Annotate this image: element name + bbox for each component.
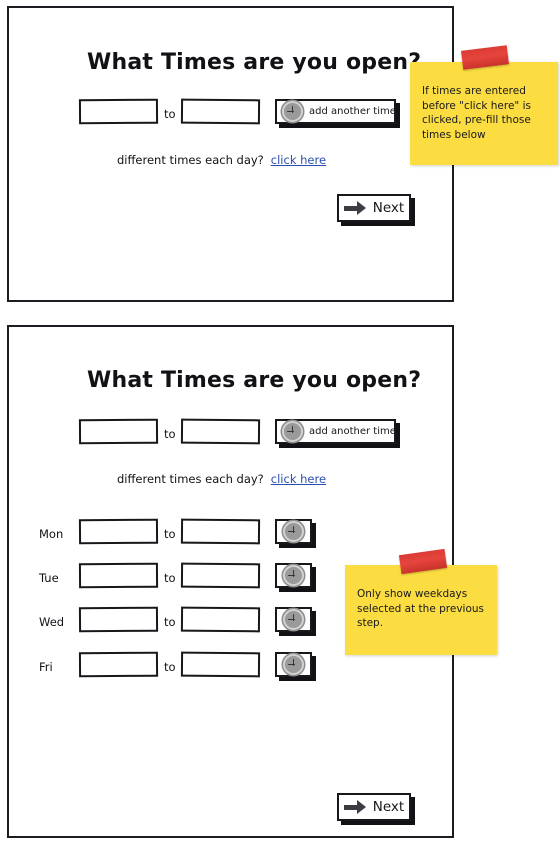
add-another-time-button[interactable]: add another time xyxy=(275,419,396,444)
add-another-time-label: add another time xyxy=(309,426,396,437)
day-label: Mon xyxy=(39,527,64,541)
day-start-time-input[interactable] xyxy=(78,606,159,633)
next-button-label: Next xyxy=(372,799,405,815)
plus-circle-icon xyxy=(283,654,304,675)
plus-circle-icon xyxy=(283,521,304,542)
click-here-link[interactable]: click here xyxy=(271,472,326,486)
day-start-time-input[interactable] xyxy=(78,651,159,678)
different-times-hint: different times each day? click here xyxy=(117,472,326,486)
end-time-input[interactable] xyxy=(180,418,261,445)
day-range-separator: to xyxy=(164,571,176,585)
day-range-separator: to xyxy=(164,660,176,674)
click-here-link[interactable]: click here xyxy=(271,153,326,167)
different-times-hint: different times each day? click here xyxy=(117,153,326,167)
plus-circle-icon xyxy=(282,421,303,442)
add-another-time-label: add another time xyxy=(309,106,396,117)
plus-circle-icon xyxy=(283,565,304,586)
day-end-time-input[interactable] xyxy=(180,518,261,545)
next-button[interactable]: Next xyxy=(337,194,411,222)
day-range-separator: to xyxy=(164,615,176,629)
annotation-note-weekdays: Only show weekdays selected at the previ… xyxy=(345,548,497,655)
day-label: Fri xyxy=(39,660,53,674)
time-range-separator: to xyxy=(164,107,176,121)
start-time-input[interactable] xyxy=(78,98,159,125)
annotation-note-text: If times are entered before "click here"… xyxy=(422,85,531,141)
day-end-time-input[interactable] xyxy=(180,606,261,633)
day-end-time-input[interactable] xyxy=(180,562,261,589)
red-tape-icon xyxy=(461,45,509,70)
plus-circle-icon xyxy=(283,609,304,630)
next-button-label: Next xyxy=(372,200,405,216)
add-day-time-button[interactable] xyxy=(275,607,312,632)
day-label: Wed xyxy=(39,615,65,629)
add-day-time-button[interactable] xyxy=(275,519,312,544)
start-time-input[interactable] xyxy=(78,418,159,445)
add-another-time-button[interactable]: add another time xyxy=(275,99,396,124)
different-times-hint-text: different times each day? xyxy=(117,472,264,486)
day-start-time-input[interactable] xyxy=(78,518,159,545)
add-day-time-button[interactable] xyxy=(275,563,312,588)
time-range-separator: to xyxy=(164,427,176,441)
arrow-right-icon xyxy=(343,800,366,814)
page-title: What Times are you open? xyxy=(87,368,422,393)
annotation-note-text: Only show weekdays selected at the previ… xyxy=(357,588,485,630)
annotation-note-prefill: If times are entered before "click here"… xyxy=(410,45,558,165)
wireframe-screen-basic-hours: What Times are you open? to add another … xyxy=(7,6,454,302)
page-title: What Times are you open? xyxy=(87,50,422,75)
add-day-time-button[interactable] xyxy=(275,652,312,677)
day-start-time-input[interactable] xyxy=(78,562,159,589)
end-time-input[interactable] xyxy=(180,98,261,125)
day-end-time-input[interactable] xyxy=(180,651,261,678)
arrow-right-icon xyxy=(343,201,366,215)
different-times-hint-text: different times each day? xyxy=(117,153,264,167)
next-button[interactable]: Next xyxy=(337,793,411,821)
day-label: Tue xyxy=(39,571,59,585)
plus-circle-icon xyxy=(282,101,303,122)
day-range-separator: to xyxy=(164,527,176,541)
